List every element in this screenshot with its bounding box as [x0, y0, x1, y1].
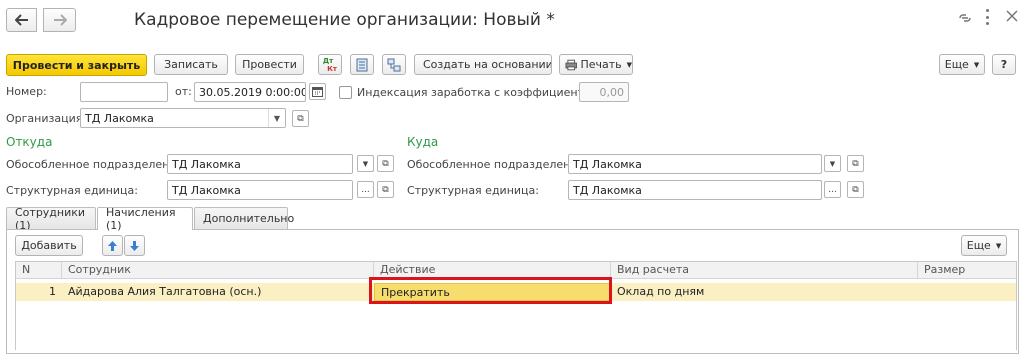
highlight-frame	[369, 277, 612, 304]
to-unit-select-button[interactable]: ...	[824, 181, 841, 198]
date-input[interactable]: 30.05.2019 0:00:00	[194, 82, 306, 102]
structure-icon	[387, 58, 401, 71]
post-button[interactable]: Провести	[235, 54, 304, 75]
cell-size	[918, 283, 1016, 301]
chevron-down-icon: ▼	[995, 241, 1002, 250]
save-button[interactable]: Записать	[154, 54, 228, 75]
dt-label: Дт	[322, 56, 334, 65]
document-list-icon	[356, 58, 368, 71]
from-division-value: ТД Лакомка	[172, 157, 241, 171]
date-label: от:	[175, 85, 192, 98]
indexation-checkbox[interactable]	[339, 86, 352, 99]
table-more-button[interactable]: Еще ▼	[961, 235, 1007, 256]
post-and-close-button[interactable]: Провести и закрыть	[6, 54, 147, 76]
print-button[interactable]: Печать ▼	[559, 54, 633, 75]
to-section-title: Куда	[407, 135, 439, 149]
to-division-value: ТД Лакомка	[573, 157, 642, 171]
column-header-calc-type[interactable]: Вид расчета	[611, 262, 918, 278]
indexation-label: Индексация заработка с коэффициентом:	[357, 86, 603, 99]
to-division-dropdown[interactable]: ▼	[824, 155, 841, 172]
from-unit-select-button[interactable]: ...	[357, 181, 374, 198]
cell-calc-type: Оклад по дням	[617, 285, 705, 298]
from-unit-input[interactable]: ТД Лакомка	[167, 180, 353, 200]
from-division-open-icon[interactable]: ⧉	[377, 155, 394, 172]
from-division-input[interactable]: ТД Лакомка	[167, 154, 353, 174]
arrow-left-icon	[14, 14, 28, 26]
from-unit-open-icon[interactable]: ⧉	[377, 181, 394, 198]
organization-value: ТД Лакомка	[85, 111, 154, 125]
from-division-dropdown[interactable]: ▼	[357, 155, 374, 172]
number-input[interactable]	[80, 82, 168, 102]
chevron-down-icon: ▼	[973, 60, 980, 69]
to-unit-input[interactable]: ТД Лакомка	[568, 180, 822, 200]
print-label: Печать	[580, 58, 622, 71]
from-section-title: Откуда	[6, 135, 53, 149]
organization-input[interactable]: ТД Лакомка ▼	[80, 108, 286, 128]
chevron-down-icon: ▼	[626, 60, 632, 69]
arrow-up-icon	[108, 240, 117, 251]
column-header-action[interactable]: Действие	[374, 262, 611, 278]
kt-label: Кт	[327, 64, 337, 73]
arrow-down-icon	[130, 240, 139, 251]
from-unit-value: ТД Лакомка	[172, 183, 241, 197]
to-unit-value: ТД Лакомка	[573, 183, 642, 197]
open-organization-icon[interactable]: ⧉	[292, 110, 309, 127]
forward-button[interactable]	[43, 8, 76, 32]
table-more-label: Еще	[966, 239, 991, 252]
from-unit-label: Структурная единица:	[6, 184, 138, 197]
kebab-icon[interactable]	[984, 9, 990, 25]
create-based-label: Создать на основании	[423, 58, 552, 71]
add-button[interactable]: Добавить	[15, 235, 83, 256]
column-header-employee[interactable]: Сотрудник	[62, 262, 374, 278]
column-header-size[interactable]: Размер	[918, 262, 1016, 278]
to-division-open-icon[interactable]: ⧉	[847, 155, 864, 172]
tab-bar: Сотрудники (1) Начисления (1) Дополнител…	[6, 206, 1019, 232]
more-button[interactable]: Еще ▼	[939, 54, 985, 75]
to-unit-open-icon[interactable]: ⧉	[847, 181, 864, 198]
column-header-n[interactable]: N	[16, 262, 62, 278]
to-division-input[interactable]: ТД Лакомка	[568, 154, 822, 174]
cell-employee: Айдарова Алия Талгатовна (осн.)	[68, 285, 262, 298]
organization-label: Организация:	[6, 112, 87, 125]
from-division-label: Обособленное подразделение:	[6, 158, 187, 171]
create-based-button[interactable]: Создать на основании ▼	[414, 54, 552, 75]
tab-accruals[interactable]: Начисления (1)	[97, 206, 193, 232]
number-label: Номер:	[6, 85, 47, 98]
link-icon[interactable]	[958, 12, 972, 24]
close-icon[interactable]	[1006, 10, 1018, 22]
arrow-right-icon	[53, 14, 67, 26]
coefficient-input[interactable]: 0,00	[579, 82, 629, 102]
move-down-button[interactable]	[124, 235, 145, 256]
more-label: Еще	[944, 58, 969, 71]
printer-icon	[565, 59, 577, 70]
help-button[interactable]: ?	[992, 54, 1016, 75]
cell-n: 1	[49, 285, 56, 298]
move-up-button[interactable]	[102, 235, 123, 256]
calendar-icon[interactable]	[309, 83, 326, 100]
list-button[interactable]	[350, 54, 374, 75]
back-button[interactable]	[6, 8, 37, 32]
dt-kt-button[interactable]: Дт Кт	[318, 54, 342, 75]
to-division-label: Обособленное подразделение:	[407, 158, 588, 171]
tab-additional[interactable]: Дополнительно	[194, 207, 294, 229]
to-unit-label: Структурная единица:	[407, 184, 539, 197]
accruals-table: N Сотрудник Действие Вид расчета Размер …	[15, 261, 1017, 350]
structure-button[interactable]	[382, 54, 406, 75]
window-title: Кадровое перемещение организации: Новый …	[134, 10, 555, 30]
tab-employees[interactable]: Сотрудники (1)	[6, 206, 96, 232]
chevron-down-icon[interactable]: ▼	[268, 109, 285, 127]
